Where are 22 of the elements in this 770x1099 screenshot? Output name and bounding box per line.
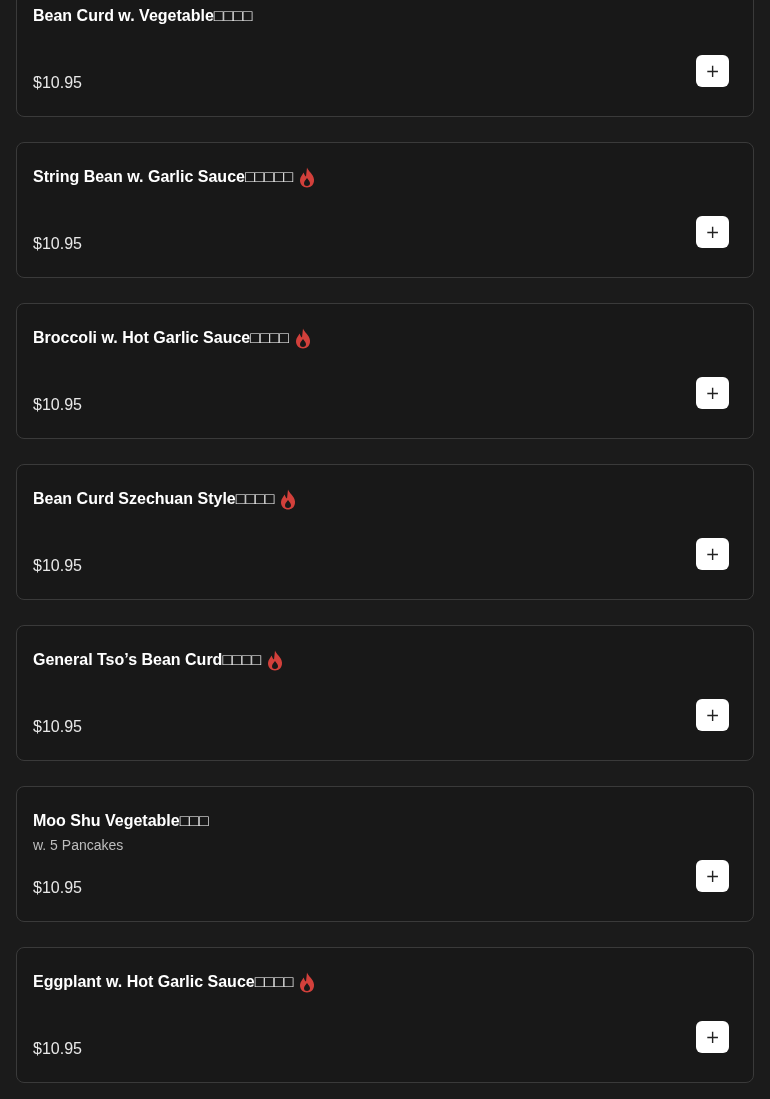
dish-name: Bean Curd Szechuan Style□□□□ — [33, 490, 275, 508]
dish-price: $10.95 — [33, 557, 82, 576]
dish-name: Eggplant w. Hot Garlic Sauce□□□□ — [33, 973, 294, 991]
dish-price: $10.95 — [33, 1040, 82, 1059]
dish-name: Moo Shu Vegetable□□□ — [33, 812, 209, 830]
dish-name: String Bean w. Garlic Sauce□□□□□ — [33, 168, 294, 186]
dish-price: $10.95 — [33, 74, 82, 93]
dish-price: $10.95 — [33, 396, 82, 415]
add-button[interactable]: + — [696, 216, 729, 248]
dish-name: Broccoli w. Hot Garlic Sauce□□□□ — [33, 329, 289, 347]
dish-price: $10.95 — [33, 718, 82, 737]
add-button[interactable]: + — [696, 377, 729, 409]
add-button[interactable]: + — [696, 699, 729, 731]
dish-description: w. 5 Pancakes — [33, 837, 125, 853]
dish-price: $10.95 — [33, 879, 82, 898]
dish-name: General Tso’s Bean Curd□□□□ — [33, 651, 262, 669]
add-button[interactable]: + — [696, 1021, 729, 1053]
add-button[interactable]: + — [696, 55, 729, 87]
dish-name: Bean Curd w. Vegetable□□□□ — [33, 7, 253, 25]
add-button[interactable]: + — [696, 860, 729, 892]
dish-price: $10.95 — [33, 235, 82, 254]
add-button[interactable]: + — [696, 538, 729, 570]
